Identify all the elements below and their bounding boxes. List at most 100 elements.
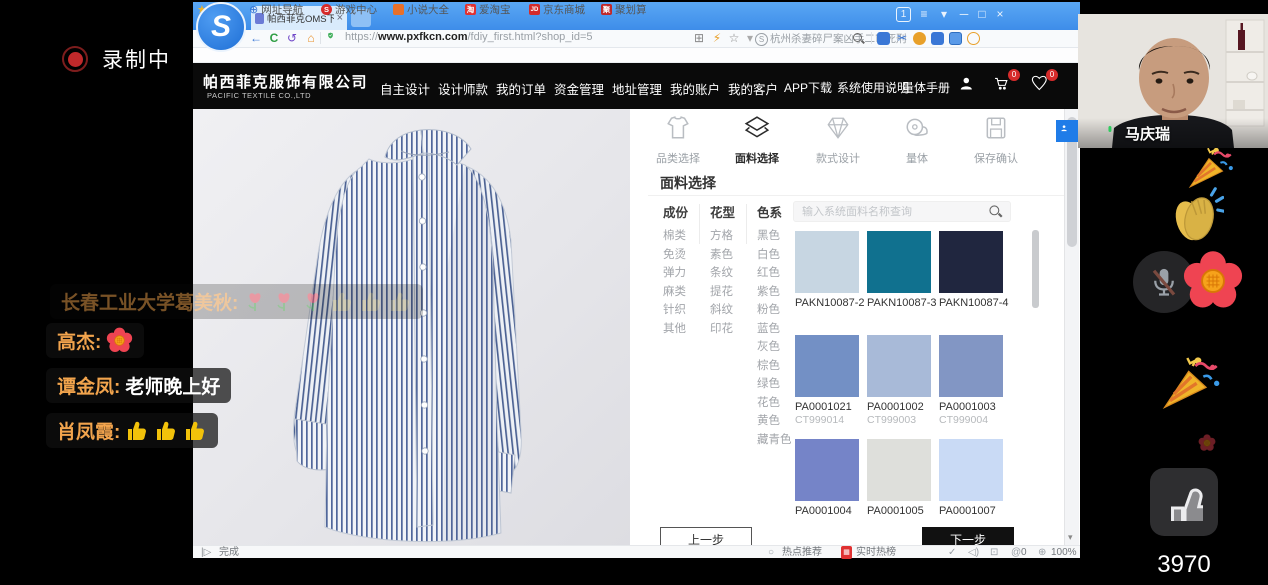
bookmark-games[interactable]: S游戏中心 [321, 2, 377, 17]
filter-item[interactable]: 黑色 [757, 227, 792, 246]
nav-orders[interactable]: 我的订单 [496, 79, 546, 98]
fabric-swatch[interactable]: PAKN10087-3 [867, 231, 931, 309]
scroll-down-icon[interactable]: ▾ [1068, 532, 1073, 543]
fabric-search-input[interactable] [802, 206, 984, 218]
step-fabric[interactable]: 面料选择 [717, 115, 797, 166]
fabric-swatch[interactable]: PA0001007 [939, 439, 1003, 517]
favorite-star-icon[interactable]: ☆ [726, 29, 742, 48]
filter-item[interactable]: 灰色 [757, 338, 792, 357]
step-save-confirm[interactable]: 保存确认 [956, 115, 1036, 166]
nav-customers[interactable]: 我的客户 [728, 79, 778, 98]
filter-item[interactable]: 条纹 [710, 264, 735, 283]
home-icon[interactable]: ⌂ [303, 29, 319, 48]
fabric-search [793, 201, 1011, 222]
filter-item[interactable]: 提花 [710, 283, 735, 302]
filter-item[interactable]: 白色 [757, 246, 792, 265]
tab-count-indicator[interactable]: 1 [896, 7, 911, 22]
filter-item[interactable]: 紫色 [757, 283, 792, 302]
clock-icon[interactable] [967, 32, 980, 45]
filter-item[interactable]: 花色 [757, 394, 792, 413]
fabric-swatch[interactable]: PAKN10087-4 [939, 231, 1003, 309]
filter-pattern: 花型 方格 素色 条纹 提花 斜纹 印花 [710, 202, 735, 338]
bookmark-juhuasuan[interactable]: 聚聚划算 [601, 2, 647, 17]
filter-item[interactable]: 素色 [710, 246, 735, 265]
link-measure-guide[interactable]: 量体手册 [902, 79, 950, 96]
browser-menu-icon[interactable]: ≡ [915, 7, 933, 21]
close-button[interactable]: × [991, 7, 1009, 21]
nav-designer[interactable]: 设计师款 [438, 79, 488, 98]
step-category[interactable]: 品类选择 [638, 115, 718, 166]
user-icon[interactable] [958, 75, 978, 95]
filter-item[interactable]: 麻类 [663, 283, 688, 302]
participant-badge[interactable] [1056, 120, 1078, 142]
bookmark-jd[interactable]: JD京东商城 [529, 2, 585, 17]
filter-item[interactable]: 红色 [757, 264, 792, 283]
fabric-swatch[interactable]: PA0001002 CT999003 [867, 335, 931, 426]
step-measure[interactable]: 量体 [877, 115, 957, 166]
box-icon[interactable]: ⊡ [990, 546, 998, 559]
back-icon[interactable]: ← [248, 29, 264, 48]
check-icon[interactable]: ✓ [948, 546, 956, 559]
flash-icon[interactable]: ⚡ [709, 29, 725, 48]
fabric-swatch[interactable]: PA0001021 CT999014 [795, 335, 859, 426]
filter-item[interactable]: 棉类 [663, 227, 688, 246]
filter-item[interactable]: 其他 [663, 320, 688, 339]
nav-funds[interactable]: 资金管理 [554, 79, 604, 98]
address-bar[interactable]: https://www.pxfkcn.com/fdiy_first.html?s… [345, 31, 593, 43]
key-icon[interactable] [913, 32, 926, 45]
shirt-3d-viewer[interactable] [193, 109, 630, 545]
screenshot-scissors-icon[interactable]: ✂ [894, 29, 910, 48]
link-app-download[interactable]: APP下载 [784, 79, 832, 96]
refresh-icon[interactable]: C [266, 29, 282, 48]
company-logo[interactable]: 帕西菲克服饰有限公司 [203, 71, 368, 92]
bookmark-taobao[interactable]: 淘爱淘宝 [465, 2, 511, 17]
chat-message: 肖凤霞: [46, 413, 218, 448]
recording-dot-icon [62, 46, 88, 72]
fabric-swatch[interactable]: PA0001003 CT999004 [939, 335, 1003, 426]
status-hot-list[interactable]: 实时热榜 [856, 546, 896, 559]
minimize-button[interactable]: ─ [955, 7, 973, 21]
filter-item[interactable]: 免烫 [663, 246, 688, 265]
filter-item[interactable]: 藏青色 [757, 431, 792, 450]
filter-item[interactable]: 弹力 [663, 264, 688, 283]
undo-icon[interactable]: ↺ [284, 29, 300, 48]
download-icon[interactable]: ▾ [935, 7, 953, 21]
link-manual[interactable]: 系统使用说明 [837, 79, 909, 96]
zoom-icon[interactable]: ⊕ [1038, 546, 1046, 559]
filter-item[interactable]: 黄色 [757, 412, 792, 431]
cart-badge: 0 [1008, 69, 1020, 81]
filter-item[interactable]: 绿色 [757, 375, 792, 394]
maximize-button[interactable]: □ [973, 7, 991, 21]
bookmark-nav[interactable]: ⊕网址导航 [249, 2, 303, 17]
nav-self-design[interactable]: 自主设计 [380, 79, 430, 98]
bookmark-novels[interactable]: 小说大全 [393, 2, 449, 17]
filter-item[interactable]: 方格 [710, 227, 735, 246]
nav-address[interactable]: 地址管理 [612, 79, 662, 98]
speaker-icon[interactable]: ◁) [968, 546, 979, 559]
filter-item[interactable]: 斜纹 [710, 301, 735, 320]
fabric-swatch[interactable]: PAKN10087-2 [795, 231, 859, 309]
calendar-icon[interactable] [931, 32, 944, 45]
filter-item[interactable]: 粉色 [757, 301, 792, 320]
recording-indicator: 录制中 [62, 44, 171, 74]
bookmarks-bar [193, 48, 1080, 63]
sogou-browser-logo[interactable]: S [196, 2, 246, 52]
sidebar-login-icon[interactable] [877, 32, 890, 45]
fabric-list-scrollbar[interactable] [1032, 230, 1039, 308]
like-button[interactable] [1150, 468, 1218, 536]
fabric-search-icon[interactable] [989, 205, 1002, 218]
fabric-swatch[interactable]: PA0001005 [867, 439, 931, 517]
search-icon[interactable] [853, 33, 865, 45]
filter-item[interactable]: 印花 [710, 320, 735, 339]
status-hot-recommend[interactable]: 热点推荐 [782, 546, 822, 559]
filter-item[interactable]: 棕色 [757, 357, 792, 376]
fabric-swatch[interactable]: PA0001004 [795, 439, 859, 517]
page-scrollbar[interactable]: ▾ [1064, 109, 1079, 545]
chat-message: 谭金凤: 老师晚上好 [46, 368, 231, 403]
nav-account[interactable]: 我的账户 [670, 79, 720, 98]
windows-icon[interactable] [949, 32, 962, 45]
filter-item[interactable]: 蓝色 [757, 320, 792, 339]
step-style-design[interactable]: 款式设计 [798, 115, 878, 166]
qr-grid-icon[interactable]: ⊞ [691, 29, 707, 48]
filter-item[interactable]: 针织 [663, 301, 688, 320]
